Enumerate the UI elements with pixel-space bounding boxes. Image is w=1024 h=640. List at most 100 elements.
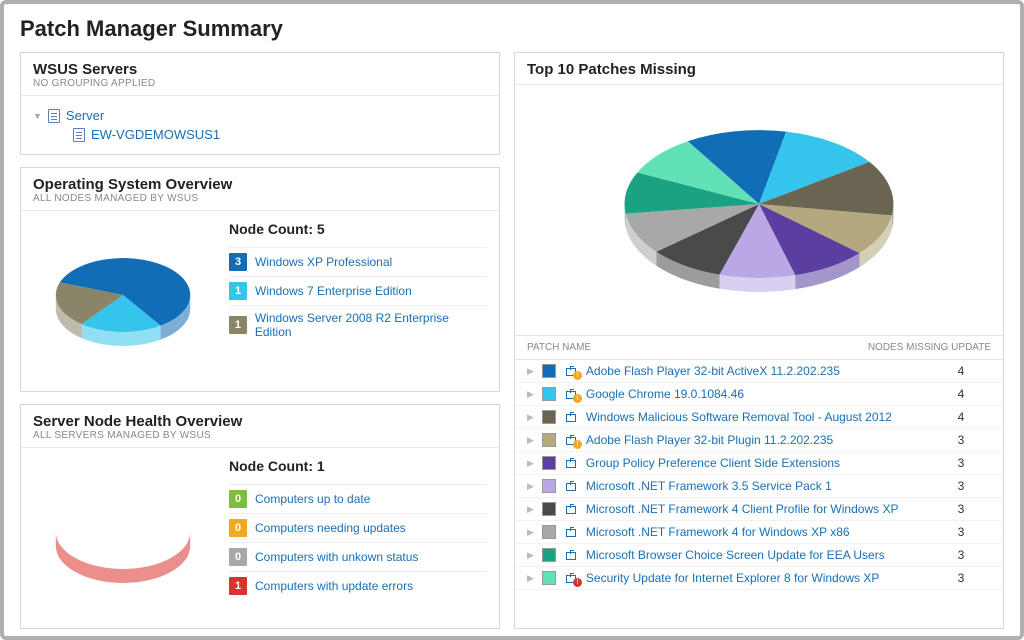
- expand-icon[interactable]: ▶: [527, 389, 534, 400]
- page-title: Patch Manager Summary: [20, 16, 1004, 42]
- patch-row: ▶! Google Chrome 19.0.1084.46 4: [515, 383, 1003, 406]
- os-pie-chart: [43, 231, 203, 371]
- patch-row: ▶! Adobe Flash Player 32-bit Plugin 11.2.…: [515, 429, 1003, 452]
- os-title: Operating System Overview: [33, 176, 487, 193]
- package-icon: !: [564, 572, 578, 584]
- wsus-servers-panel: WSUS Servers NO GROUPING APPLIED ▼ Serve…: [20, 52, 500, 155]
- os-legend-chip: 1: [229, 282, 247, 300]
- server-root-link[interactable]: Server: [66, 108, 104, 123]
- patch-row: ▶ Group Policy Preference Client Side Ext…: [515, 452, 1003, 475]
- health-pie-chart: [43, 468, 203, 608]
- expand-icon[interactable]: ▶: [527, 412, 534, 423]
- os-legend-item: 1 Windows Server 2008 R2 Enterprise Editi…: [229, 305, 487, 344]
- patch-color-swatch: [542, 502, 556, 516]
- patch-color-swatch: [542, 364, 556, 378]
- health-legend-link[interactable]: Computers with update errors: [255, 579, 413, 593]
- patch-link[interactable]: Group Policy Preference Client Side Exte…: [586, 456, 923, 470]
- health-legend-item: 0 Computers with unkown status: [229, 542, 487, 571]
- os-overview-panel: Operating System Overview ALL NODES MANA…: [20, 167, 500, 392]
- patch-link[interactable]: Google Chrome 19.0.1084.46: [586, 387, 923, 401]
- package-icon: !: [564, 434, 578, 446]
- expand-icon[interactable]: ▶: [527, 527, 534, 538]
- package-icon: [564, 503, 578, 515]
- patches-title: Top 10 Patches Missing: [527, 61, 991, 78]
- package-icon: [564, 480, 578, 492]
- patch-link[interactable]: Windows Malicious Software Removal Tool …: [586, 410, 923, 424]
- os-count-title: Node Count: 5: [229, 221, 487, 237]
- patch-count: 3: [931, 525, 991, 539]
- patch-link[interactable]: Adobe Flash Player 32-bit ActiveX 11.2.2…: [586, 364, 923, 378]
- patch-row: ▶ Microsoft .NET Framework 4 Client Profi…: [515, 498, 1003, 521]
- patch-row: ▶ Microsoft .NET Framework 3.5 Service Pa…: [515, 475, 1003, 498]
- wsus-subtitle: NO GROUPING APPLIED: [33, 78, 487, 89]
- patch-row: ▶! Security Update for Internet Explorer …: [515, 567, 1003, 590]
- wsus-title: WSUS Servers: [33, 61, 487, 78]
- patch-color-swatch: [542, 387, 556, 401]
- patch-row: ▶ Microsoft Browser Choice Screen Update …: [515, 544, 1003, 567]
- os-legend-chip: 1: [229, 316, 247, 334]
- health-count-title: Node Count: 1: [229, 458, 487, 474]
- health-title: Server Node Health Overview: [33, 413, 487, 430]
- patch-color-swatch: [542, 456, 556, 470]
- expand-icon[interactable]: ▶: [527, 366, 534, 377]
- expand-icon[interactable]: ▶: [527, 550, 534, 561]
- patch-count: 3: [931, 479, 991, 493]
- patch-color-swatch: [542, 479, 556, 493]
- os-legend-link[interactable]: Windows Server 2008 R2 Enterprise Editio…: [255, 311, 487, 339]
- health-legend-item: 0 Computers up to date: [229, 484, 487, 513]
- health-legend-link[interactable]: Computers needing updates: [255, 521, 406, 535]
- package-icon: [564, 457, 578, 469]
- warning-badge-icon: !: [573, 371, 582, 380]
- patches-pie-chart: [599, 95, 919, 325]
- server-group-icon: [48, 109, 60, 123]
- patch-link[interactable]: Microsoft Browser Choice Screen Update f…: [586, 548, 923, 562]
- top-patches-panel: Top 10 Patches Missing PATCH NAME NODES …: [514, 52, 1004, 629]
- package-icon: [564, 526, 578, 538]
- os-subtitle: ALL NODES MANAGED BY WSUS: [33, 193, 487, 204]
- patch-link[interactable]: Security Update for Internet Explorer 8 …: [586, 571, 923, 585]
- collapse-icon[interactable]: ▼: [33, 111, 42, 121]
- patch-count: 3: [931, 571, 991, 585]
- patch-count: 3: [931, 433, 991, 447]
- os-legend-chip: 3: [229, 253, 247, 271]
- patch-link[interactable]: Adobe Flash Player 32-bit Plugin 11.2.20…: [586, 433, 923, 447]
- col-patch-name: PATCH NAME: [527, 342, 861, 353]
- expand-icon[interactable]: ▶: [527, 458, 534, 469]
- health-overview-panel: Server Node Health Overview ALL SERVERS …: [20, 404, 500, 629]
- health-legend-chip: 0: [229, 548, 247, 566]
- health-legend-item: 0 Computers needing updates: [229, 513, 487, 542]
- expand-icon[interactable]: ▶: [527, 435, 534, 446]
- patch-count: 4: [931, 387, 991, 401]
- patch-count: 3: [931, 502, 991, 516]
- patch-color-swatch: [542, 548, 556, 562]
- health-legend-chip: 0: [229, 519, 247, 537]
- health-legend-link[interactable]: Computers up to date: [255, 492, 370, 506]
- patch-color-swatch: [542, 433, 556, 447]
- patch-link[interactable]: Microsoft .NET Framework 4 for Windows X…: [586, 525, 923, 539]
- patch-color-swatch: [542, 525, 556, 539]
- package-icon: [564, 411, 578, 423]
- os-legend-link[interactable]: Windows 7 Enterprise Edition: [255, 284, 412, 298]
- server-child-link[interactable]: EW-VGDEMOWSUS1: [91, 127, 220, 142]
- health-subtitle: ALL SERVERS MANAGED BY WSUS: [33, 430, 487, 441]
- expand-icon[interactable]: ▶: [527, 504, 534, 515]
- server-icon: [73, 128, 85, 142]
- error-badge-icon: !: [573, 578, 582, 587]
- col-nodes-missing: NODES MISSING UPDATE: [861, 342, 991, 353]
- os-legend-item: 3 Windows XP Professional: [229, 247, 487, 276]
- health-legend-item: 1 Computers with update errors: [229, 571, 487, 600]
- package-icon: [564, 549, 578, 561]
- expand-icon[interactable]: ▶: [527, 481, 534, 492]
- patch-count: 4: [931, 364, 991, 378]
- patch-link[interactable]: Microsoft .NET Framework 3.5 Service Pac…: [586, 479, 923, 493]
- expand-icon[interactable]: ▶: [527, 573, 534, 584]
- package-icon: !: [564, 388, 578, 400]
- patch-count: 3: [931, 548, 991, 562]
- patch-row: ▶ Windows Malicious Software Removal Tool…: [515, 406, 1003, 429]
- health-legend-chip: 1: [229, 577, 247, 595]
- os-legend-link[interactable]: Windows XP Professional: [255, 255, 392, 269]
- health-legend-chip: 0: [229, 490, 247, 508]
- health-legend-link[interactable]: Computers with unkown status: [255, 550, 418, 564]
- patch-link[interactable]: Microsoft .NET Framework 4 Client Profil…: [586, 502, 923, 516]
- warning-badge-icon: !: [573, 440, 582, 449]
